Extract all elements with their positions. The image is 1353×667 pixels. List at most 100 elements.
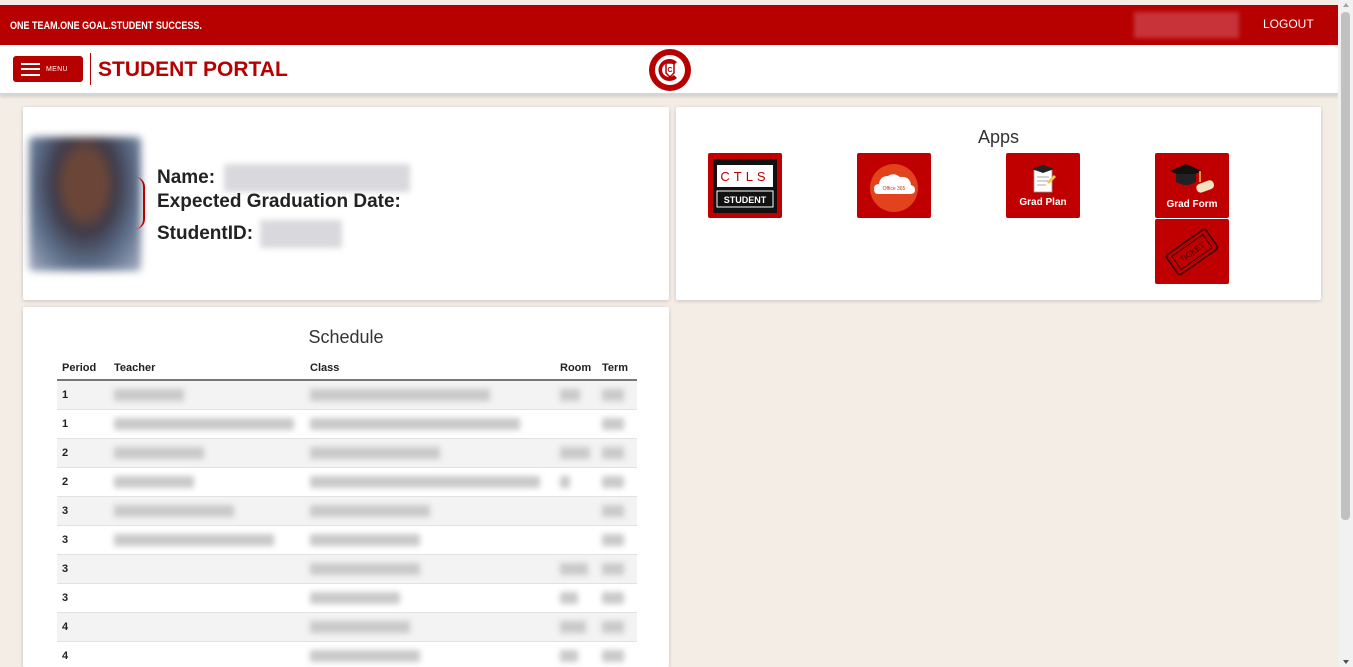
period-cell: 3 xyxy=(57,583,109,613)
redacted-value xyxy=(560,388,580,401)
ctls-student-icon: CTLS STUDENT xyxy=(713,158,777,213)
office-365-cloud-icon: Office 365 xyxy=(870,163,918,212)
redacted-value xyxy=(602,649,624,662)
apps-title: Apps xyxy=(977,127,1020,147)
redacted-value xyxy=(310,533,420,546)
top-bar: ONE TEAM.ONE GOAL.STUDENT SUCCESS. LOGOU… xyxy=(0,5,1338,45)
redacted-value xyxy=(310,591,400,604)
scroll-thumb[interactable] xyxy=(1341,12,1350,520)
period-cell: 2 xyxy=(57,438,109,468)
table-row: 3 xyxy=(57,496,637,526)
grad-date-row: Expected Graduation Date: xyxy=(157,191,401,213)
term-cell xyxy=(597,438,637,468)
redacted-value xyxy=(114,533,274,546)
term-cell xyxy=(597,380,637,410)
table-row: 3 xyxy=(57,583,637,613)
name-label: Name: xyxy=(157,167,216,189)
redacted-value xyxy=(310,388,490,401)
photo-frame xyxy=(135,177,145,229)
redacted-value xyxy=(602,533,624,546)
column-header-period: Period xyxy=(57,357,109,381)
table-header-row: Period Teacher Class Room Term xyxy=(57,357,637,381)
app-tile-grad-plan[interactable]: Grad Plan xyxy=(1006,153,1080,218)
redacted-value xyxy=(602,591,624,604)
redacted-value xyxy=(114,446,204,459)
redacted-value xyxy=(114,388,184,401)
redacted-value xyxy=(310,417,520,430)
room-cell xyxy=(555,409,597,439)
page-scrollbar[interactable] xyxy=(1338,0,1353,667)
teacher-cell xyxy=(109,380,305,410)
table-row: 3 xyxy=(57,554,637,584)
room-cell xyxy=(555,525,597,555)
navbar: MENU STUDENT PORTAL C xyxy=(0,45,1338,95)
class-cell xyxy=(305,554,555,584)
table-row: 3 xyxy=(57,525,637,555)
redacted-value xyxy=(560,475,570,488)
grad-plan-label: Grad Plan xyxy=(1019,196,1067,208)
school-logo-icon[interactable]: C xyxy=(648,48,692,92)
app-tile-ticket[interactable]: TICKET xyxy=(1155,219,1229,284)
redacted-value xyxy=(602,562,624,575)
redacted-value xyxy=(560,591,578,604)
room-cell xyxy=(555,612,597,642)
teacher-cell xyxy=(109,438,305,468)
app-tile-ctls-student[interactable]: CTLS STUDENT xyxy=(708,153,782,218)
menu-button[interactable]: MENU xyxy=(13,56,83,82)
svg-text:Office 365: Office 365 xyxy=(883,186,906,192)
grad-date-label: Expected Graduation Date: xyxy=(157,191,401,212)
redacted-value xyxy=(560,649,578,662)
column-header-teacher: Teacher xyxy=(109,357,305,381)
ticket-icon: TICKET xyxy=(1165,228,1219,275)
app-tile-office-365[interactable]: Office 365 xyxy=(857,153,931,218)
room-cell xyxy=(555,496,597,526)
room-cell xyxy=(555,583,597,613)
redacted-value xyxy=(560,562,588,575)
apps-card: Apps CTLS STUDENT Office 365 Grad Plan G… xyxy=(676,107,1321,300)
teacher-cell xyxy=(109,583,305,613)
svg-text:STUDENT: STUDENT xyxy=(724,195,767,205)
redacted-value xyxy=(310,620,410,633)
term-cell xyxy=(597,583,637,613)
class-cell xyxy=(305,583,555,613)
room-cell xyxy=(555,438,597,468)
student-photo xyxy=(29,137,141,271)
table-row: 2 xyxy=(57,438,637,468)
document-cap-icon xyxy=(1032,164,1056,192)
table-row: 4 xyxy=(57,612,637,642)
grad-form-label: Grad Form xyxy=(1166,198,1218,210)
table-row: 2 xyxy=(57,467,637,497)
scroll-down-arrow-icon[interactable] xyxy=(1343,660,1349,664)
teacher-cell xyxy=(109,467,305,497)
app-tile-grad-form[interactable]: Grad Form xyxy=(1155,153,1229,218)
tagline: ONE TEAM.ONE GOAL.STUDENT SUCCESS. xyxy=(10,20,202,32)
class-cell xyxy=(305,409,555,439)
teacher-cell xyxy=(109,554,305,584)
term-cell xyxy=(597,409,637,439)
redacted-value xyxy=(310,475,540,488)
graduation-cap-icon xyxy=(1170,163,1214,193)
redacted-value xyxy=(602,620,624,633)
term-cell xyxy=(597,525,637,555)
term-cell xyxy=(597,612,637,642)
term-cell xyxy=(597,554,637,584)
scroll-up-arrow-icon[interactable] xyxy=(1343,3,1349,7)
period-cell: 3 xyxy=(57,554,109,584)
student-id-row: StudentID: xyxy=(157,220,343,248)
redacted-value xyxy=(602,446,624,459)
class-cell xyxy=(305,525,555,555)
menu-label: MENU xyxy=(46,65,68,73)
teacher-cell xyxy=(109,496,305,526)
student-id-value-redacted xyxy=(260,220,343,248)
page-title: STUDENT PORTAL xyxy=(98,58,288,81)
term-cell xyxy=(597,496,637,526)
room-cell xyxy=(555,380,597,410)
period-cell: 1 xyxy=(57,409,109,439)
redacted-value xyxy=(310,649,420,662)
redacted-value xyxy=(114,475,194,488)
name-row: Name: xyxy=(157,164,411,192)
redacted-value xyxy=(114,417,294,430)
logout-link[interactable]: LOGOUT xyxy=(1263,17,1314,31)
term-cell xyxy=(597,467,637,497)
schedule-title: Schedule xyxy=(308,327,384,347)
